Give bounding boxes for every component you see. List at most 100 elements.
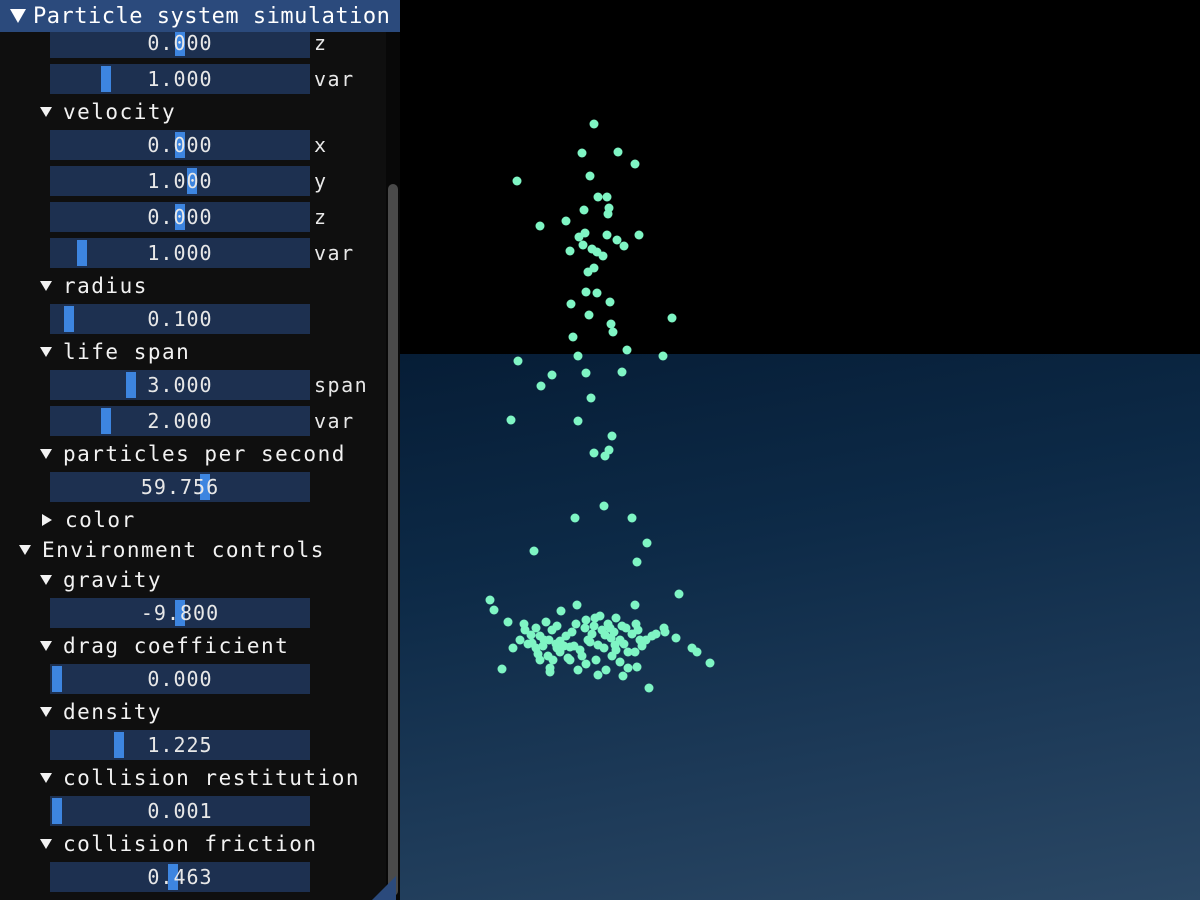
- particle: [535, 221, 545, 231]
- emitter-z-slider[interactable]: 0.000: [50, 32, 310, 58]
- particle: [602, 192, 612, 202]
- drag-coefficient-slider[interactable]: 0.000: [50, 664, 310, 694]
- velocity-var-slider[interactable]: 1.000: [50, 238, 310, 268]
- particle: [536, 381, 546, 391]
- particle: [581, 368, 591, 378]
- life-span-slider[interactable]: 3.000: [50, 370, 310, 400]
- slider-suffix: z: [314, 205, 328, 229]
- particle: [577, 148, 587, 158]
- particle: [485, 595, 495, 605]
- particle: [566, 299, 576, 309]
- particle: [607, 431, 617, 441]
- expanded-triangle-icon: [40, 575, 52, 585]
- slider-suffix: var: [314, 67, 355, 91]
- velocity-z-slider[interactable]: 0.000: [50, 202, 310, 232]
- particle: [515, 635, 525, 645]
- particle: [585, 171, 595, 181]
- density-header[interactable]: density: [40, 697, 162, 727]
- panel-title: Particle system simulation: [33, 3, 391, 29]
- panel-titlebar[interactable]: Particle system simulation: [0, 0, 400, 32]
- particle: [608, 327, 618, 337]
- simulation-viewport[interactable]: [400, 0, 1200, 900]
- particle: [552, 643, 562, 653]
- particle: [531, 623, 541, 633]
- particle: [571, 619, 581, 629]
- particle: [632, 557, 642, 567]
- collision-friction-slider[interactable]: 0.463: [50, 862, 310, 892]
- particle: [593, 670, 603, 680]
- particle: [592, 288, 602, 298]
- particle: [573, 351, 583, 361]
- particle: [615, 657, 625, 667]
- particle: [605, 623, 615, 633]
- particle: [617, 621, 627, 631]
- particle: [513, 356, 523, 366]
- particle: [508, 643, 518, 653]
- gravity-header[interactable]: gravity: [40, 565, 162, 595]
- color-header[interactable]: color: [40, 505, 136, 535]
- velocity-x-slider[interactable]: 0.000: [50, 130, 310, 160]
- particle: [651, 629, 661, 639]
- particle: [634, 230, 644, 240]
- emitter-var-slider[interactable]: 1.000: [50, 64, 310, 94]
- control-panel: Particle system simulation 0.000 z 1.000…: [0, 0, 400, 900]
- particle: [600, 451, 610, 461]
- environment-controls-header[interactable]: Environment controls: [19, 535, 325, 565]
- particles-per-second-slider[interactable]: 59.756: [50, 472, 310, 502]
- particle: [574, 232, 584, 242]
- particle: [630, 159, 640, 169]
- particle: [618, 671, 628, 681]
- velocity-header[interactable]: velocity: [40, 97, 176, 127]
- particle-field: [485, 119, 715, 693]
- particle: [667, 313, 677, 323]
- particle: [660, 627, 670, 637]
- particle: [630, 600, 640, 610]
- particle: [563, 653, 573, 663]
- particle: [619, 639, 629, 649]
- particle: [641, 635, 651, 645]
- particle: [605, 297, 615, 307]
- particle: [589, 448, 599, 458]
- particle: [603, 209, 613, 219]
- collision-friction-header[interactable]: collision friction: [40, 829, 318, 859]
- expanded-triangle-icon: [19, 545, 31, 555]
- life-span-header[interactable]: life span: [40, 337, 190, 367]
- particle: [512, 176, 522, 186]
- particle: [529, 546, 539, 556]
- scrollbar-thumb[interactable]: [388, 184, 398, 896]
- radius-header[interactable]: radius: [40, 271, 148, 301]
- collapse-triangle-icon[interactable]: [10, 9, 26, 23]
- particle: [611, 613, 621, 623]
- gravity-slider[interactable]: -9.800: [50, 598, 310, 628]
- particle: [617, 367, 627, 377]
- collision-restitution-slider[interactable]: 0.001: [50, 796, 310, 826]
- slider-suffix: var: [314, 241, 355, 265]
- particle: [565, 246, 575, 256]
- particles-per-second-header[interactable]: particles per second: [40, 439, 346, 469]
- velocity-y-slider[interactable]: 1.000: [50, 166, 310, 196]
- particle: [581, 287, 591, 297]
- panel-scroll-area[interactable]: 0.000 z 1.000 var velocity 0.000 x 1.000…: [0, 32, 385, 900]
- particle: [613, 147, 623, 157]
- drag-coefficient-header[interactable]: drag coefficient: [40, 631, 289, 661]
- particle: [506, 415, 516, 425]
- particle: [623, 647, 633, 657]
- particle: [520, 625, 530, 635]
- particle: [489, 605, 499, 615]
- particle: [692, 647, 702, 657]
- collision-restitution-header[interactable]: collision restitution: [40, 763, 360, 793]
- resize-grip[interactable]: [372, 876, 396, 900]
- life-span-var-slider[interactable]: 2.000: [50, 406, 310, 436]
- radius-slider[interactable]: 0.100: [50, 304, 310, 334]
- particle: [611, 645, 621, 655]
- collapsed-triangle-icon: [42, 514, 52, 526]
- particle: [580, 623, 590, 633]
- particle: [589, 621, 599, 631]
- particle: [587, 629, 597, 639]
- particle: [579, 205, 589, 215]
- particle: [578, 240, 588, 250]
- particle: [570, 513, 580, 523]
- particle: [573, 416, 583, 426]
- particle: [593, 640, 603, 650]
- density-slider[interactable]: 1.225: [50, 730, 310, 760]
